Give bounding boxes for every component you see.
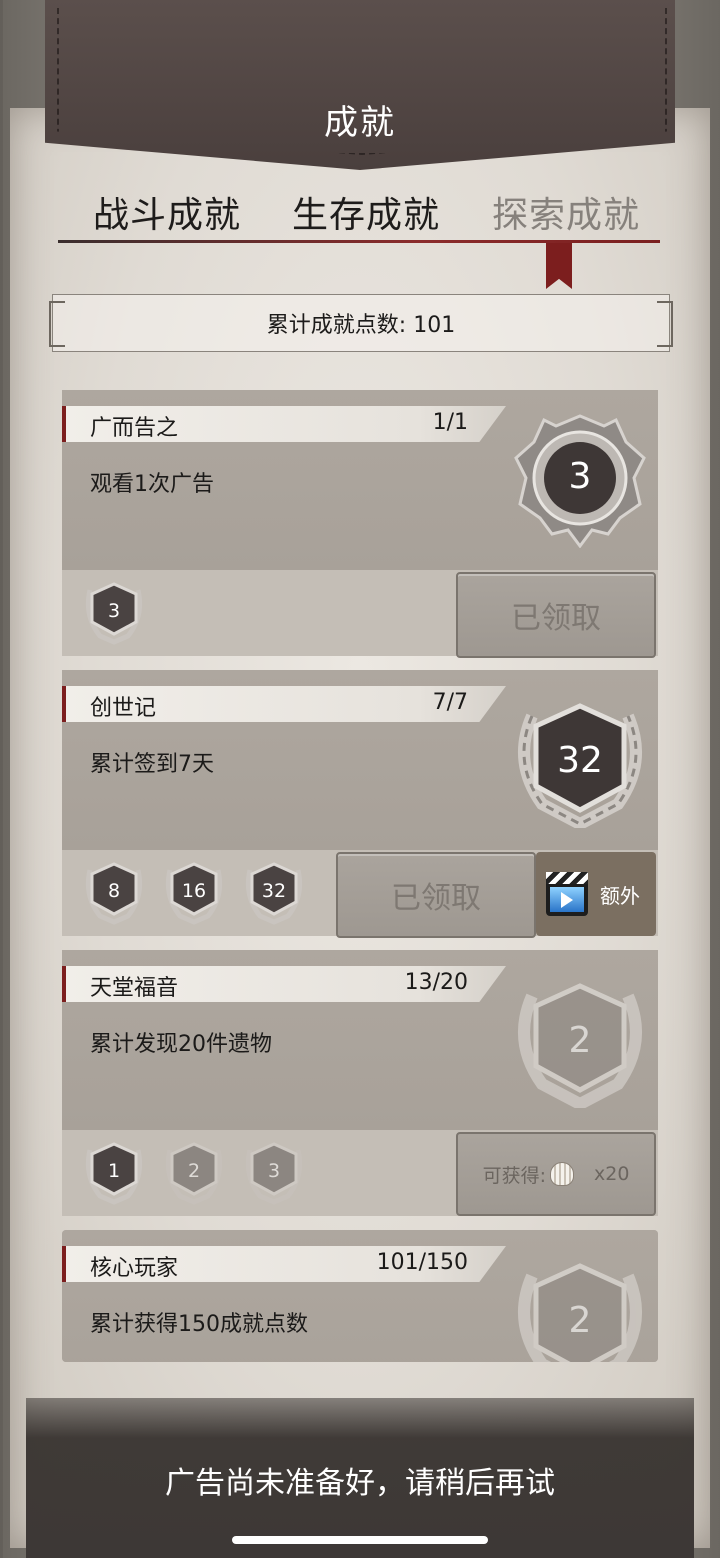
medal-value: 32 bbox=[557, 739, 603, 781]
laurel-medal-icon: 2 bbox=[512, 972, 648, 1111]
achievement-desc: 累计发现20件遗物 bbox=[90, 1032, 272, 1057]
small-laurel-medal-icon: 32 bbox=[242, 856, 306, 926]
small-medal-value: 3 bbox=[267, 1160, 281, 1182]
video-clapper-icon bbox=[546, 872, 588, 916]
small-medal-value: 16 bbox=[181, 880, 207, 902]
achievement-desc: 累计获得150成就点数 bbox=[90, 1312, 308, 1337]
small-laurel-medal-icon: 8 bbox=[82, 856, 146, 926]
achievement-card: 天堂福音 13/20 累计发现20件遗物 2 1 2 3 可获得: x20 bbox=[62, 950, 658, 1216]
page-title: 成就 bbox=[324, 103, 396, 143]
claimed-button[interactable]: 已领取 bbox=[456, 572, 656, 658]
achievement-name: 广而告之 bbox=[90, 416, 179, 441]
total-points-text: 累计成就点数: 101 bbox=[266, 313, 456, 338]
ornate-medal-icon: 3 bbox=[512, 412, 648, 549]
small-medal-value: 8 bbox=[107, 880, 121, 902]
extra-label: 额外 bbox=[600, 883, 640, 908]
medal-value: 2 bbox=[568, 1299, 592, 1341]
obtain-amount: x20 bbox=[593, 1163, 630, 1185]
achievement-desc: 观看1次广告 bbox=[90, 472, 214, 497]
claimed-button[interactable]: 已领取 bbox=[336, 852, 536, 938]
obtain-reward-button[interactable]: 可获得: x20 bbox=[456, 1132, 656, 1216]
laurel-medal-icon: 2 bbox=[512, 1252, 648, 1362]
small-medal-value: 1 bbox=[107, 1160, 121, 1182]
shell-icon bbox=[549, 1162, 574, 1186]
small-laurel-medal-icon: 3 bbox=[82, 576, 146, 646]
tab-underline bbox=[58, 240, 660, 243]
achievement-name: 核心玩家 bbox=[90, 1256, 179, 1281]
medal-value: 2 bbox=[568, 1019, 592, 1061]
achievement-card: 创世记 7/7 累计签到7天 32 8 16 32 已领取 额外 bbox=[62, 670, 658, 938]
total-points-box: 累计成就点数: 101 bbox=[49, 294, 673, 352]
medal-value: 3 bbox=[568, 455, 592, 497]
tab-combat[interactable]: 战斗成就 bbox=[93, 186, 241, 238]
achievement-desc: 累计签到7天 bbox=[90, 752, 214, 777]
small-laurel-medal-icon: 16 bbox=[162, 856, 226, 926]
tab-exploration[interactable]: 探索成就 bbox=[492, 186, 640, 238]
small-medal-value: 32 bbox=[261, 880, 287, 902]
small-laurel-medal-icon: 2 bbox=[162, 1136, 226, 1206]
achievement-progress: 13/20 bbox=[404, 970, 468, 995]
small-medal-value: 3 bbox=[107, 600, 121, 622]
extra-reward-button[interactable]: 额外 bbox=[536, 852, 656, 936]
obtain-label: 可获得: bbox=[482, 1164, 546, 1187]
tab-survival[interactable]: 生存成就 bbox=[292, 186, 440, 238]
achievement-progress: 1/1 bbox=[432, 410, 468, 435]
small-laurel-medal-icon: 3 bbox=[242, 1136, 306, 1206]
achievement-card: 核心玩家 101/150 累计获得150成就点数 2 bbox=[62, 1230, 658, 1362]
laurel-medal-icon: 32 bbox=[512, 692, 648, 831]
toast-message: 广告尚未准备好，请稍后再试 bbox=[165, 1466, 555, 1501]
achievement-name: 天堂福音 bbox=[90, 976, 179, 1001]
achievement-name: 创世记 bbox=[90, 696, 157, 721]
achievement-progress: 101/150 bbox=[376, 1250, 468, 1275]
achievement-card: 广而告之 1/1 观看1次广告 3 3 已领取 bbox=[62, 390, 658, 658]
small-laurel-medal-icon: 1 bbox=[82, 1136, 146, 1206]
achievement-progress: 7/7 bbox=[432, 690, 468, 715]
home-indicator[interactable] bbox=[232, 1536, 488, 1544]
small-medal-value: 2 bbox=[187, 1160, 201, 1182]
